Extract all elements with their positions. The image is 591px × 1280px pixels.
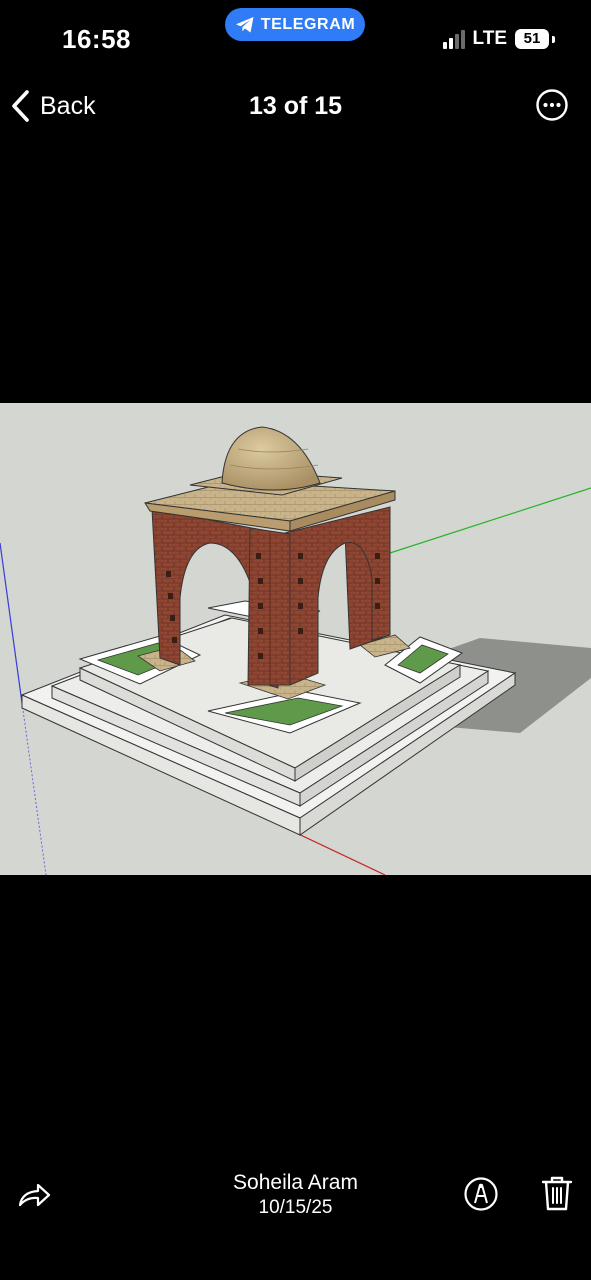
trash-icon[interactable] bbox=[540, 1174, 574, 1212]
photo-viewer-screen: 16:58 TELEGRAM LTE 51 Back 13 of 15 Sohe… bbox=[0, 0, 591, 1280]
ellipsis-circle-icon[interactable] bbox=[535, 88, 569, 122]
photo-date: 10/15/25 bbox=[258, 1197, 333, 1218]
photo-author: Soheila Aram bbox=[233, 1171, 358, 1194]
cellular-signal-icon bbox=[442, 29, 465, 49]
photo-counter-title: 13 of 15 bbox=[248, 92, 343, 120]
battery-icon: 51 bbox=[515, 29, 555, 49]
status-indicators: LTE 51 bbox=[442, 28, 555, 50]
bottom-toolbar: Soheila Aram 10/15/25 bbox=[0, 1160, 591, 1230]
navigation-bar: Back 13 of 15 bbox=[0, 78, 591, 134]
markup-pen-icon[interactable] bbox=[463, 1176, 499, 1212]
photo-info: Soheila Aram 10/15/25 bbox=[0, 1170, 591, 1220]
return-to-telegram-pill[interactable]: TELEGRAM bbox=[225, 8, 365, 41]
paper-plane-icon bbox=[235, 16, 254, 32]
gazebo-3d-model-render bbox=[0, 426, 591, 875]
photo-image[interactable] bbox=[0, 403, 591, 875]
battery-level: 51 bbox=[523, 30, 541, 47]
status-bar: 16:58 TELEGRAM LTE 51 bbox=[0, 0, 591, 78]
return-app-label: TELEGRAM bbox=[260, 15, 356, 33]
network-type: LTE bbox=[472, 28, 507, 49]
status-time: 16:58 bbox=[62, 24, 131, 54]
